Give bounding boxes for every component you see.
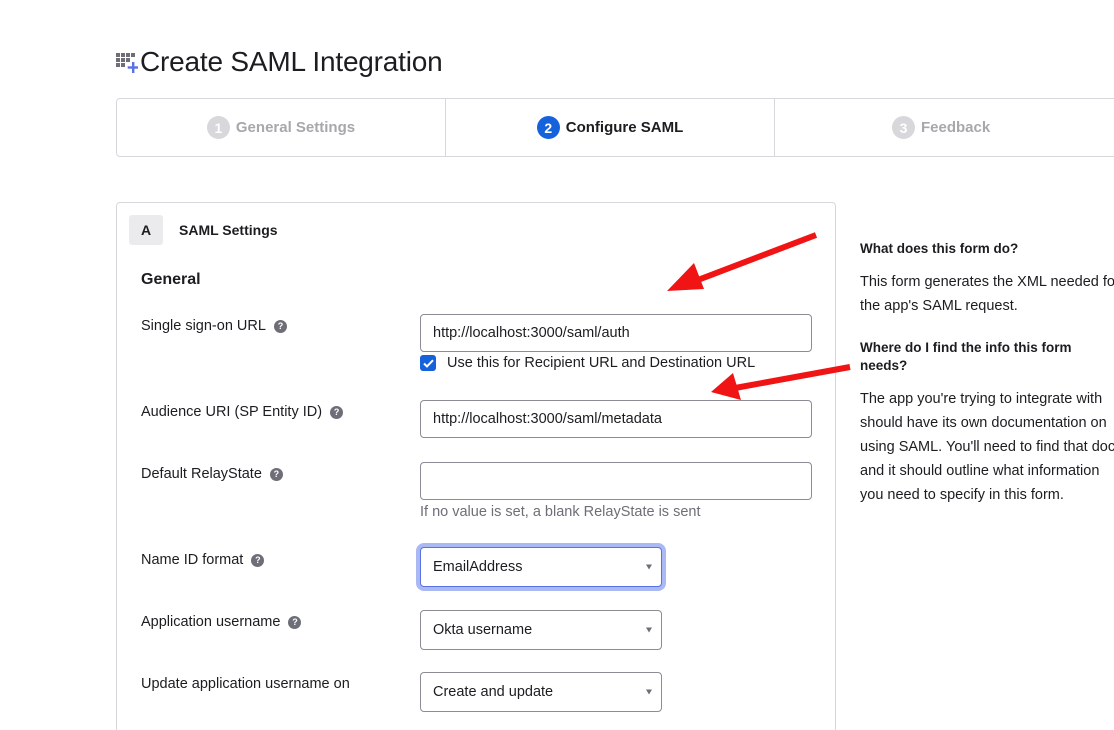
chevron-down-icon — [646, 627, 652, 633]
help-icon[interactable]: ? — [269, 467, 283, 481]
relay-state-input[interactable] — [420, 462, 812, 500]
update-username-label: Update application username on — [141, 676, 350, 692]
name-id-format-select[interactable]: EmailAddress — [420, 547, 662, 587]
sso-url-input[interactable] — [420, 314, 812, 352]
group-title: General — [141, 271, 201, 288]
step-general-settings[interactable]: 1 General Settings — [117, 99, 446, 156]
section-header: A SAML Settings — [129, 215, 278, 245]
help-icon[interactable]: ? — [273, 319, 287, 333]
select-value: EmailAddress — [433, 559, 523, 575]
step-number: 1 — [206, 116, 230, 139]
audience-uri-input[interactable] — [420, 400, 812, 438]
app-username-label: Application username ? — [141, 614, 302, 630]
help-answer: The app you're trying to integrate with … — [860, 391, 1114, 503]
wizard-stepper: 1 General Settings 2 Configure SAML 3 Fe… — [116, 98, 1114, 157]
help-answer: This form generates the XML needed for t… — [860, 274, 1114, 314]
section-title: SAML Settings — [179, 222, 278, 238]
select-value: Create and update — [433, 684, 554, 700]
section-badge: A — [129, 215, 163, 245]
chevron-down-icon — [646, 689, 652, 695]
audience-uri-label: Audience URI (SP Entity ID) ? — [141, 404, 344, 420]
relay-state-label: Default RelayState ? — [141, 466, 283, 482]
help-icon[interactable]: ? — [288, 615, 302, 629]
step-number: 3 — [892, 116, 915, 139]
update-username-select[interactable]: Create and update — [420, 672, 662, 712]
help-question: What does this form do? — [860, 241, 1019, 256]
relay-state-hint: If no value is set, a blank RelayState i… — [420, 504, 701, 520]
step-label: Feedback — [921, 119, 991, 136]
relay-state-label-text: Default RelayState — [141, 466, 262, 482]
step-label: Configure SAML — [565, 119, 684, 136]
recipient-url-checkbox[interactable] — [420, 355, 436, 371]
page-title: Create SAML Integration — [140, 46, 443, 77]
chevron-down-icon — [646, 564, 652, 570]
help-question: Where do I find the info this form needs… — [860, 340, 1072, 373]
step-configure-saml[interactable]: 2 Configure SAML — [446, 99, 775, 156]
recipient-url-checkbox-row[interactable]: Use this for Recipient URL and Destinati… — [420, 355, 755, 371]
app-username-select[interactable]: Okta username — [420, 610, 662, 650]
step-number: 2 — [536, 116, 560, 139]
app-username-label-text: Application username — [141, 614, 281, 630]
saml-settings-card: A SAML Settings General Single sign-on U… — [116, 202, 836, 730]
step-label: General Settings — [235, 119, 356, 136]
audience-uri-label-text: Audience URI (SP Entity ID) — [141, 404, 323, 420]
help-aside: What does this form do? This form genera… — [860, 240, 1114, 507]
update-username-label-text: Update application username on — [141, 676, 350, 692]
sso-url-label-text: Single sign-on URL — [141, 318, 266, 334]
checkbox-label: Use this for Recipient URL and Destinati… — [447, 355, 756, 371]
step-feedback[interactable]: 3 Feedback — [775, 99, 1114, 156]
page-header: Create SAML Integration — [116, 46, 443, 78]
apps-add-icon — [116, 51, 139, 73]
sso-url-label: Single sign-on URL ? — [141, 318, 287, 334]
select-value: Okta username — [433, 622, 533, 638]
name-id-format-label-text: Name ID format — [141, 552, 244, 568]
help-icon[interactable]: ? — [251, 553, 265, 567]
help-icon[interactable]: ? — [330, 405, 344, 419]
name-id-format-label: Name ID format ? — [141, 552, 265, 568]
